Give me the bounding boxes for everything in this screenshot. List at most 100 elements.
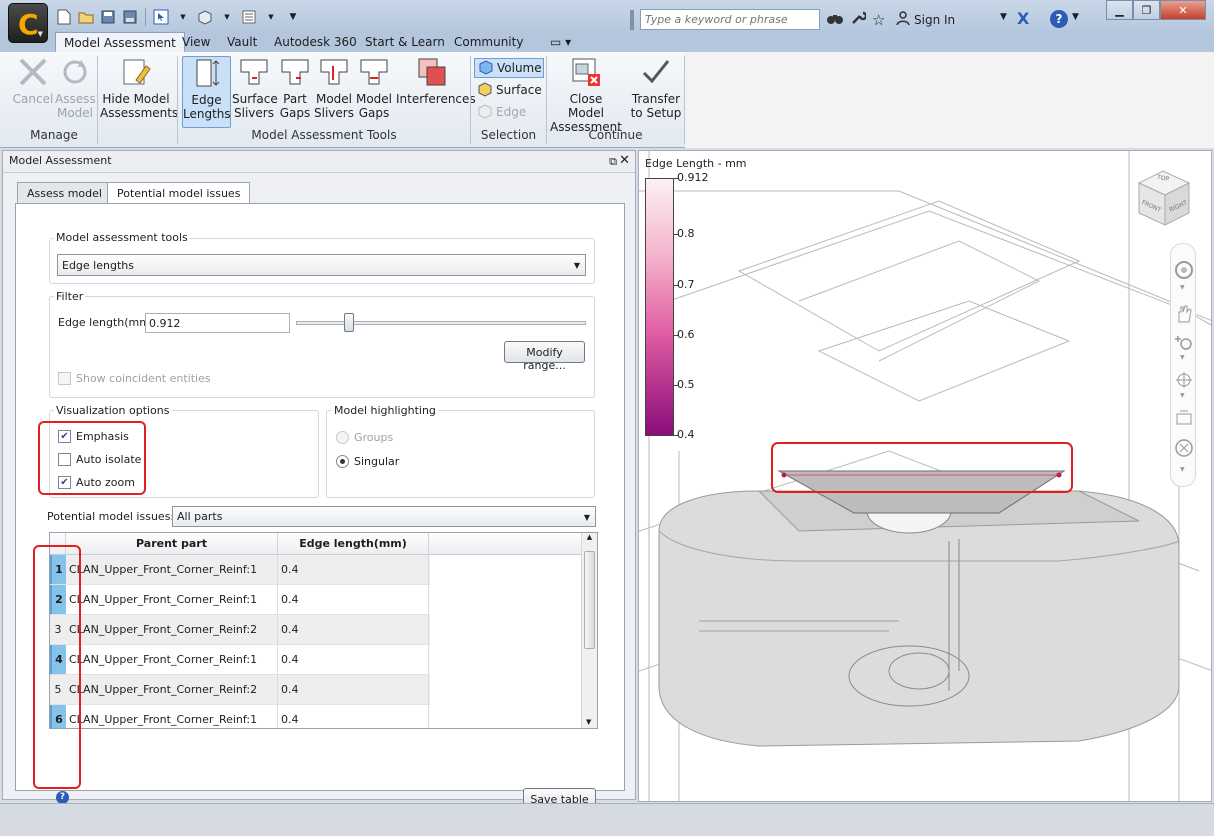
application-menu-button[interactable]: C ▼ bbox=[8, 3, 48, 43]
chevron-down-icon[interactable]: ▼ bbox=[261, 8, 281, 26]
transfer-to-setup-button[interactable]: Transfer to Setup bbox=[628, 56, 684, 120]
ribbon-options-icon[interactable]: ▭ ▾ bbox=[542, 32, 579, 53]
tab-community[interactable]: Community bbox=[446, 32, 531, 53]
scroll-up-icon[interactable]: ▲ bbox=[582, 533, 597, 541]
exchange-x-icon[interactable]: X bbox=[1017, 9, 1029, 28]
edge-lengths-button[interactable]: Edge Lengths bbox=[182, 56, 231, 128]
close-window-icon[interactable]: ✕ bbox=[1160, 0, 1206, 20]
table-row[interactable]: 6 CLAN_Upper_Front_Corner_Reinf:1 0.4 bbox=[50, 705, 430, 728]
table-row[interactable]: 5 CLAN_Upper_Front_Corner_Reinf:2 0.4 bbox=[50, 675, 430, 705]
edge-button[interactable]: Edge bbox=[474, 102, 544, 122]
box-icon[interactable] bbox=[195, 8, 215, 26]
selected-rows-highlight-box bbox=[33, 545, 81, 789]
scroll-down-icon[interactable]: ▼ bbox=[586, 718, 591, 726]
model-slivers-label: Model Slivers bbox=[314, 92, 354, 120]
open-folder-icon[interactable] bbox=[76, 8, 96, 26]
tab-start-learn[interactable]: Start & Learn bbox=[357, 32, 453, 53]
search-input[interactable] bbox=[640, 9, 820, 30]
save-icon[interactable] bbox=[98, 8, 118, 26]
customize-toolbar-icon[interactable]: ▼ bbox=[283, 8, 303, 26]
model-gaps-button[interactable]: Model Gaps bbox=[354, 56, 394, 120]
help-icon[interactable]: ? bbox=[1050, 10, 1068, 28]
new-file-icon[interactable] bbox=[54, 8, 74, 26]
edge-length-field[interactable]: 0.912 bbox=[145, 313, 290, 333]
potential-issues-page: Model assessment tools Edge lengths ▼ Fi… bbox=[15, 203, 625, 810]
panel-title-bar: Model Assessment ⧉ ✕ bbox=[3, 151, 635, 173]
checkmark-icon bbox=[640, 56, 672, 88]
properties-icon[interactable] bbox=[239, 8, 259, 26]
interferences-button[interactable]: Interferences bbox=[396, 56, 476, 106]
zoom-icon[interactable] bbox=[1174, 332, 1194, 355]
surface-button[interactable]: Surface bbox=[474, 80, 544, 100]
tab-view[interactable]: View bbox=[174, 32, 218, 53]
tab-assess-model[interactable]: Assess model bbox=[17, 182, 112, 204]
edge-lengths-icon bbox=[191, 57, 223, 89]
chevron-down-icon[interactable]: ▼ bbox=[1180, 466, 1185, 473]
show-motion-icon[interactable] bbox=[1174, 438, 1194, 461]
model-slivers-button[interactable]: Model Slivers bbox=[314, 56, 354, 120]
pan-hand-icon[interactable] bbox=[1174, 304, 1194, 327]
graphics-viewport[interactable]: Edge Length - mm 0.912 0.8 0.7 0.6 0.5 0… bbox=[638, 150, 1212, 802]
modify-range-button[interactable]: Modify range... bbox=[504, 341, 585, 372]
table-row[interactable]: 1 CLAN_Upper_Front_Corner_Reinf:1 0.4 bbox=[50, 555, 430, 585]
maximize-icon[interactable]: ❐ bbox=[1133, 0, 1160, 20]
parent-part-cell: CLAN_Upper_Front_Corner_Reinf:2 bbox=[66, 675, 278, 704]
chevron-down-icon[interactable]: ▼ bbox=[1180, 354, 1185, 361]
legend-tick-label: 0.912 bbox=[677, 171, 709, 184]
assess-model-button[interactable]: Assess Model bbox=[55, 56, 96, 120]
emphasis-highlight-box bbox=[38, 421, 146, 495]
orbit-icon[interactable] bbox=[1174, 370, 1194, 393]
chevron-down-icon[interactable]: ▼ bbox=[217, 8, 237, 26]
scroll-thumb[interactable] bbox=[584, 551, 595, 649]
cancel-button[interactable]: Cancel bbox=[12, 56, 54, 106]
edge-length-header[interactable]: Edge length(mm) bbox=[278, 533, 429, 554]
volume-button[interactable]: Volume bbox=[474, 58, 544, 78]
select-icon[interactable] bbox=[151, 8, 171, 26]
part-gaps-button[interactable]: Part Gaps bbox=[278, 56, 312, 120]
parent-part-cell: CLAN_Upper_Front_Corner_Reinf:2 bbox=[66, 615, 278, 644]
chevron-down-icon[interactable]: ▼ bbox=[1180, 284, 1185, 291]
table-row[interactable]: 4 CLAN_Upper_Front_Corner_Reinf:1 0.4 bbox=[50, 645, 430, 675]
tab-vault[interactable]: Vault bbox=[219, 32, 265, 53]
surface-slivers-button[interactable]: Surface Slivers bbox=[232, 56, 278, 120]
model-slivers-icon bbox=[318, 56, 350, 88]
edge-lengths-label: Edge Lengths bbox=[183, 93, 231, 121]
binoculars-icon[interactable] bbox=[826, 11, 844, 28]
edge-length-cell: 0.4 bbox=[278, 645, 429, 674]
hide-model-assessments-button[interactable]: Hide Model Assessments bbox=[100, 56, 178, 120]
tab-potential-model-issues[interactable]: Potential model issues bbox=[107, 182, 251, 205]
parent-part-cell: CLAN_Upper_Front_Corner_Reinf:1 bbox=[66, 645, 278, 674]
legend-color-bar bbox=[645, 178, 674, 436]
dock-icon[interactable]: ⧉ bbox=[609, 155, 617, 169]
table-scrollbar[interactable]: ▲ ▼ bbox=[581, 533, 597, 728]
view-cube[interactable]: TOP FRONT RIGHT bbox=[1131, 165, 1197, 231]
table-row[interactable]: 3 CLAN_Upper_Front_Corner_Reinf:2 0.4 bbox=[50, 615, 430, 645]
wrench-key-icon[interactable] bbox=[850, 10, 868, 29]
minimize-icon[interactable]: ▁ bbox=[1106, 0, 1133, 20]
look-at-icon[interactable] bbox=[1174, 408, 1194, 431]
chevron-down-icon[interactable]: ▼ bbox=[1180, 392, 1185, 399]
close-model-assessment-button[interactable]: Close Model Assessment bbox=[550, 56, 622, 134]
singular-radio[interactable]: Singular bbox=[336, 455, 399, 468]
save-as-icon[interactable] bbox=[120, 8, 140, 26]
table-row[interactable]: 2 CLAN_Upper_Front_Corner_Reinf:1 0.4 bbox=[50, 585, 430, 615]
chevron-down-icon[interactable]: ▼ bbox=[1000, 12, 1007, 22]
steering-wheel-icon[interactable] bbox=[1174, 260, 1194, 283]
edge-length-slider[interactable] bbox=[296, 321, 586, 325]
legend-title: Edge Length - mm bbox=[645, 157, 747, 170]
tab-autodesk-360[interactable]: Autodesk 360 bbox=[266, 32, 365, 53]
legend-tick-label: 0.7 bbox=[677, 278, 695, 291]
parent-part-header[interactable]: Parent part bbox=[66, 533, 278, 554]
parts-filter-select[interactable]: All parts ▼ bbox=[172, 506, 596, 527]
show-coincident-checkbox[interactable]: Show coincident entities bbox=[58, 372, 211, 385]
search-field[interactable] bbox=[645, 13, 815, 26]
groups-radio[interactable]: Groups bbox=[336, 431, 393, 444]
chevron-down-icon[interactable]: ▼ bbox=[173, 8, 193, 26]
tool-select[interactable]: Edge lengths ▼ bbox=[57, 254, 586, 276]
star-icon[interactable]: ☆ bbox=[872, 11, 885, 29]
sign-in-button[interactable]: Sign In bbox=[896, 11, 955, 28]
tab-model-assessment[interactable]: Model Assessment bbox=[55, 32, 185, 53]
slider-thumb[interactable] bbox=[343, 313, 354, 332]
chevron-down-icon[interactable]: ▼ bbox=[1072, 12, 1079, 22]
close-icon[interactable]: ✕ bbox=[619, 153, 630, 168]
